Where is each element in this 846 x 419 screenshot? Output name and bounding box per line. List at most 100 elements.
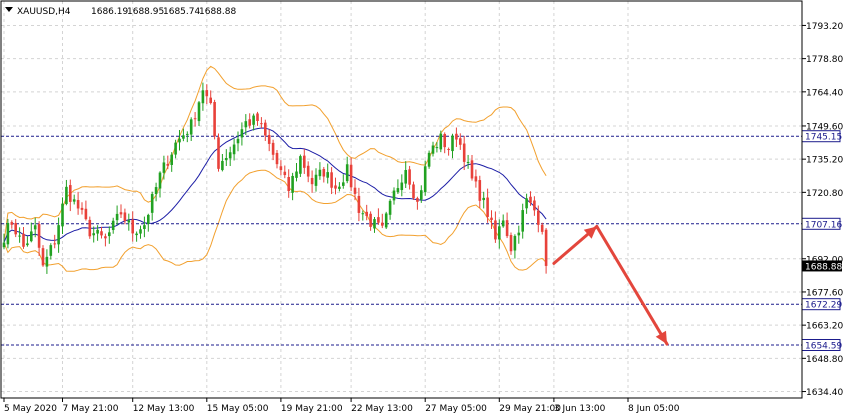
y-tick-label: 1749.60 [806, 122, 843, 132]
candle-body [57, 225, 60, 245]
candle-body [22, 233, 25, 247]
candle-body [279, 166, 283, 171]
symbol-dropdown-icon[interactable] [5, 7, 13, 12]
candle-body [513, 235, 517, 251]
candle-body [209, 97, 212, 104]
candle-body [104, 236, 107, 239]
candle-body [174, 142, 177, 155]
level-price-label: 1672.29 [805, 301, 842, 311]
candle-body [529, 196, 532, 203]
chart: 1745.15 1707.16 1672.29 1654.59 1688.88 XAUU… [0, 0, 843, 414]
candle-body [303, 155, 306, 168]
x-axis-ticks: 5 May 2020 7 May 21:00 12 May 13:00 15 May … [3, 398, 680, 414]
candle-body [283, 171, 287, 176]
candle-body [439, 133, 443, 150]
candle-body [158, 172, 162, 189]
candle-body [166, 163, 170, 166]
y-tick-label: 1720.80 [806, 189, 843, 199]
indicators [3, 65, 547, 272]
candle-body [65, 186, 68, 205]
y-tick-label: 1634.40 [806, 388, 843, 398]
x-tick-label: 3 Jun 13:00 [554, 404, 606, 414]
candle-body [423, 166, 427, 193]
candle-body [466, 161, 470, 163]
candle-body [275, 152, 279, 165]
horizontal-levels: 1745.151707.161672.291654.591688.88 [1, 130, 842, 351]
candle-body [84, 208, 88, 220]
symbol-label: XAUUSD,H4 [17, 7, 71, 17]
candle-body [92, 233, 95, 236]
x-tick-label: 27 May 05:00 [425, 404, 487, 414]
candle-body [100, 231, 103, 236]
candle-body [139, 229, 142, 234]
candle-body [299, 156, 302, 174]
candle-body [221, 160, 224, 171]
candle-body [26, 243, 29, 246]
candle-body [108, 232, 111, 237]
candle-body [345, 164, 349, 182]
candle-body [501, 220, 505, 227]
forecast-arrows [552, 224, 669, 346]
close-value: 1688.88 [199, 7, 236, 17]
candle-body [33, 225, 37, 230]
y-tick-label: 1648.80 [806, 355, 843, 365]
candle-body [240, 129, 244, 138]
candle-body [260, 123, 263, 125]
y-tick-label: 1692.00 [806, 255, 843, 265]
candle-body [30, 231, 33, 242]
y-tick-label: 1778.80 [806, 55, 843, 65]
candle-body [143, 225, 146, 230]
candle-body [533, 200, 536, 211]
candle-body [540, 224, 544, 232]
candle-body [170, 154, 173, 165]
candle-body [201, 90, 205, 104]
candle-body [517, 232, 521, 236]
candle-body [318, 169, 322, 177]
x-tick-label: 29 May 21:00 [499, 404, 561, 414]
candle-body [322, 168, 326, 177]
candle-body [462, 143, 466, 162]
candle-body [338, 186, 341, 189]
candle-body [373, 219, 376, 229]
candle-body [217, 137, 220, 169]
level-price-label: 1707.16 [805, 220, 842, 230]
candle-body [154, 187, 158, 194]
x-tick-label: 5 May 2020 [4, 404, 57, 414]
candle-body [396, 188, 400, 193]
candles [2, 82, 548, 274]
candle-body [357, 195, 361, 213]
candle-body [88, 219, 92, 237]
candle-body [271, 142, 275, 155]
x-tick-label: 22 May 13:00 [351, 404, 413, 414]
candle-body [135, 233, 138, 236]
candle-body [182, 135, 185, 139]
candle-body [404, 170, 407, 184]
candle-body [14, 222, 17, 235]
candle-body [291, 175, 294, 193]
candle-body [486, 197, 489, 217]
candle-body [131, 219, 134, 234]
candle-body [310, 177, 314, 185]
candle-body [267, 134, 271, 144]
candle-body [349, 164, 353, 188]
y-tick-label: 1735.20 [806, 156, 843, 166]
candle-body [537, 210, 540, 225]
candle-body [76, 200, 80, 209]
candle-body [162, 162, 166, 173]
candle-body [369, 213, 372, 227]
candle-body [252, 115, 255, 125]
candle-body [232, 144, 236, 155]
candle-body [400, 182, 404, 191]
candle-body [314, 174, 318, 186]
low-value: 1685.74 [163, 7, 200, 17]
x-tick-label: 19 May 21:00 [281, 404, 343, 414]
candle-body [525, 198, 528, 209]
candle-body [342, 182, 345, 186]
y-tick-label: 1793.20 [806, 22, 843, 32]
candle-body [353, 187, 357, 194]
grid [1, 1, 802, 398]
candle-body [470, 160, 474, 179]
candle-body [197, 102, 201, 122]
candle-body [264, 122, 267, 136]
candle-body [427, 152, 431, 167]
